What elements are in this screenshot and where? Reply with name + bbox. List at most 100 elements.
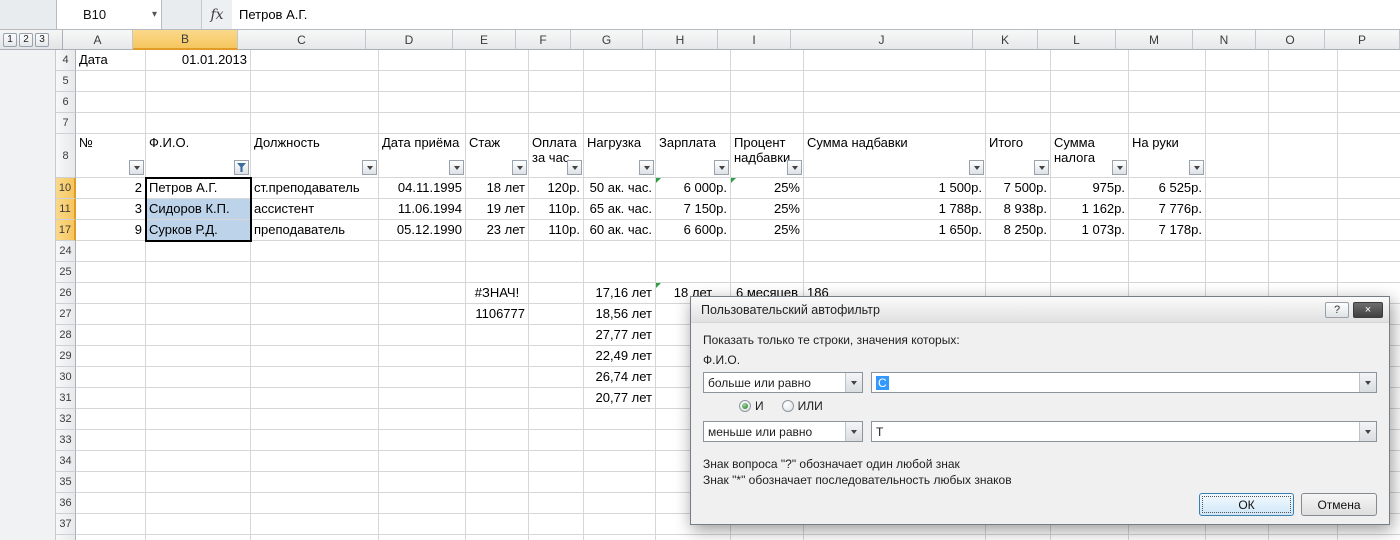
- cell-E17[interactable]: 23 лет: [466, 220, 529, 241]
- cell-L11[interactable]: 1 162р.: [1051, 199, 1129, 220]
- cell-J25[interactable]: [804, 262, 986, 283]
- cell-H10[interactable]: 6 000р.: [656, 178, 731, 199]
- filter-button-A[interactable]: [129, 160, 144, 175]
- cell-P10[interactable]: [1338, 178, 1400, 199]
- column-header-O[interactable]: O: [1256, 30, 1325, 50]
- cell-H8[interactable]: Зарплата: [656, 134, 731, 178]
- cell-F28[interactable]: [529, 325, 584, 346]
- ok-button[interactable]: ОК: [1199, 493, 1294, 516]
- cell-M38[interactable]: [1129, 535, 1206, 540]
- row-header-38[interactable]: 38: [56, 535, 76, 540]
- cell-C34[interactable]: [251, 451, 379, 472]
- cell-E11[interactable]: 19 лет: [466, 199, 529, 220]
- cell-O11[interactable]: [1269, 199, 1338, 220]
- cell-M5[interactable]: [1129, 71, 1206, 92]
- cell-M17[interactable]: 7 178р.: [1129, 220, 1206, 241]
- cell-M24[interactable]: [1129, 241, 1206, 262]
- cell-C38[interactable]: [251, 535, 379, 540]
- cell-G36[interactable]: [584, 493, 656, 514]
- cell-L24[interactable]: [1051, 241, 1129, 262]
- filter-button-L[interactable]: [1112, 160, 1127, 175]
- cell-D36[interactable]: [379, 493, 466, 514]
- cell-G31[interactable]: 20,77 лет: [584, 388, 656, 409]
- cell-G32[interactable]: [584, 409, 656, 430]
- value1-dropdown-icon[interactable]: [1359, 373, 1376, 392]
- cell-N8[interactable]: [1206, 134, 1269, 178]
- row-header-11[interactable]: 11: [56, 199, 76, 220]
- cell-G7[interactable]: [584, 113, 656, 134]
- cell-K7[interactable]: [986, 113, 1051, 134]
- cell-H5[interactable]: [656, 71, 731, 92]
- cell-G28[interactable]: 27,77 лет: [584, 325, 656, 346]
- row-header-10[interactable]: 10: [56, 178, 76, 199]
- cell-G17[interactable]: 60 ак. час.: [584, 220, 656, 241]
- cell-O38[interactable]: [1269, 535, 1338, 540]
- cell-F32[interactable]: [529, 409, 584, 430]
- row-header-37[interactable]: 37: [56, 514, 76, 535]
- cell-D29[interactable]: [379, 346, 466, 367]
- column-header-C[interactable]: C: [238, 30, 366, 50]
- cell-A31[interactable]: [76, 388, 146, 409]
- cell-B5[interactable]: [146, 71, 251, 92]
- column-header-M[interactable]: M: [1116, 30, 1193, 50]
- dialog-titlebar[interactable]: Пользовательский автофильтр ? ×: [691, 297, 1389, 323]
- cell-A11[interactable]: 3: [76, 199, 146, 220]
- filter-button-C[interactable]: [362, 160, 377, 175]
- or-radio[interactable]: ИЛИ: [781, 399, 823, 413]
- cell-F36[interactable]: [529, 493, 584, 514]
- cell-D17[interactable]: 05.12.1990: [379, 220, 466, 241]
- cell-B4[interactable]: 01.01.2013: [146, 50, 251, 71]
- cell-G25[interactable]: [584, 262, 656, 283]
- filter-button-M[interactable]: [1189, 160, 1204, 175]
- cell-E31[interactable]: [466, 388, 529, 409]
- cell-M25[interactable]: [1129, 262, 1206, 283]
- cell-G24[interactable]: [584, 241, 656, 262]
- cell-D5[interactable]: [379, 71, 466, 92]
- cell-K5[interactable]: [986, 71, 1051, 92]
- outline-level-1-button[interactable]: 1: [3, 32, 17, 47]
- cell-G4[interactable]: [584, 50, 656, 71]
- cell-P11[interactable]: [1338, 199, 1400, 220]
- cell-N7[interactable]: [1206, 113, 1269, 134]
- cell-P17[interactable]: [1338, 220, 1400, 241]
- row-header-30[interactable]: 30: [56, 367, 76, 388]
- value1-combobox[interactable]: С: [871, 372, 1377, 393]
- cell-C32[interactable]: [251, 409, 379, 430]
- cell-C4[interactable]: [251, 50, 379, 71]
- cell-J7[interactable]: [804, 113, 986, 134]
- row-header-31[interactable]: 31: [56, 388, 76, 409]
- cancel-button[interactable]: Отмена: [1301, 493, 1377, 516]
- cell-P6[interactable]: [1338, 92, 1400, 113]
- cell-F37[interactable]: [529, 514, 584, 535]
- cell-F11[interactable]: 110р.: [529, 199, 584, 220]
- column-header-P[interactable]: P: [1325, 30, 1400, 50]
- cell-P4[interactable]: [1338, 50, 1400, 71]
- cell-B31[interactable]: [146, 388, 251, 409]
- filter-button-K[interactable]: [1034, 160, 1049, 175]
- cell-N4[interactable]: [1206, 50, 1269, 71]
- cell-I38[interactable]: [731, 535, 804, 540]
- cell-B24[interactable]: [146, 241, 251, 262]
- cell-E36[interactable]: [466, 493, 529, 514]
- cell-E5[interactable]: [466, 71, 529, 92]
- cell-E33[interactable]: [466, 430, 529, 451]
- cell-B26[interactable]: [146, 283, 251, 304]
- cell-K25[interactable]: [986, 262, 1051, 283]
- cell-C5[interactable]: [251, 71, 379, 92]
- cell-D34[interactable]: [379, 451, 466, 472]
- cell-G5[interactable]: [584, 71, 656, 92]
- cell-I25[interactable]: [731, 262, 804, 283]
- cell-F29[interactable]: [529, 346, 584, 367]
- column-header-B[interactable]: B: [133, 30, 238, 50]
- cell-E7[interactable]: [466, 113, 529, 134]
- cell-B38[interactable]: [146, 535, 251, 540]
- cell-G29[interactable]: 22,49 лет: [584, 346, 656, 367]
- cell-L10[interactable]: 975р.: [1051, 178, 1129, 199]
- cell-C8[interactable]: Должность: [251, 134, 379, 178]
- row-header-32[interactable]: 32: [56, 409, 76, 430]
- cell-D10[interactable]: 04.11.1995: [379, 178, 466, 199]
- cell-C26[interactable]: [251, 283, 379, 304]
- cell-A4[interactable]: Дата: [76, 50, 146, 71]
- and-radio-button[interactable]: [739, 400, 751, 412]
- cell-I4[interactable]: [731, 50, 804, 71]
